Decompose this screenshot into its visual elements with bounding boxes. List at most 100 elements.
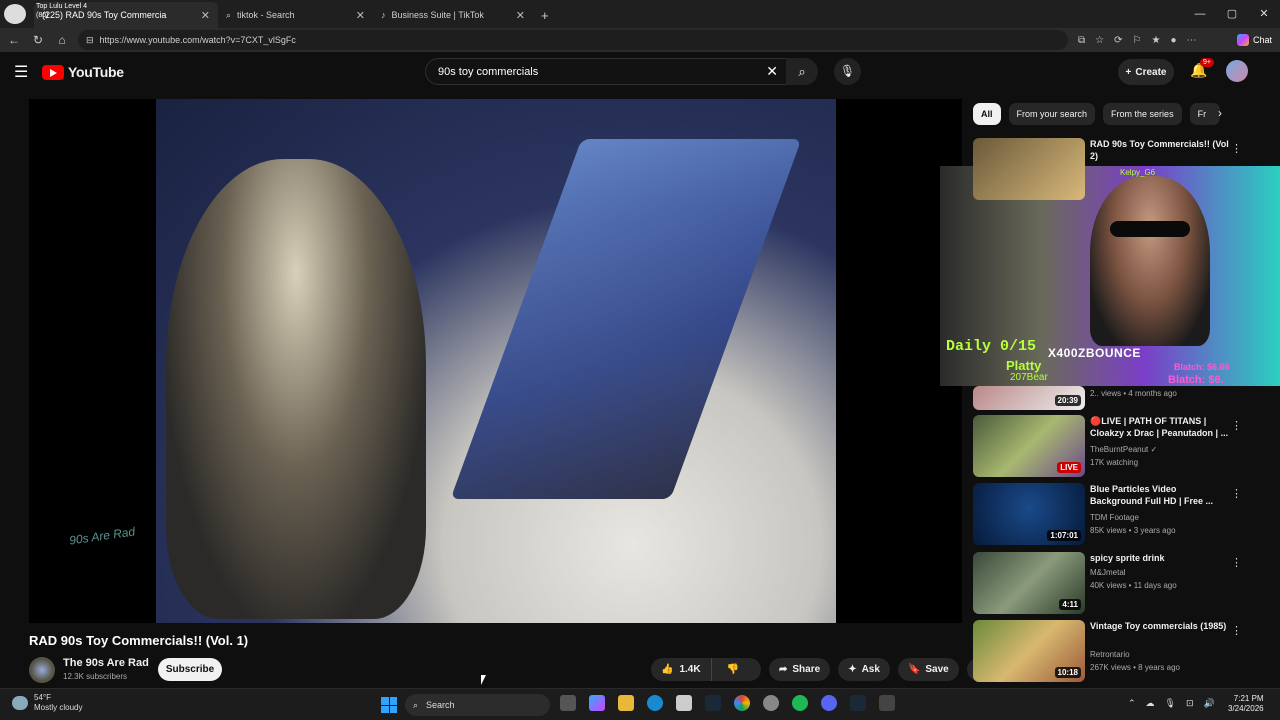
like-button[interactable]: 👍 1.4K [651,658,712,681]
network-icon[interactable]: ⊡ [1186,698,1194,709]
create-button[interactable]: + Create [1118,59,1174,85]
rec-title[interactable]: Blue Particles Video Background Full HD … [1090,483,1230,507]
copilot-chat-button[interactable]: Chat [1236,34,1272,46]
microphone-icon[interactable]: 🎙 [1165,698,1176,709]
more-icon[interactable]: ⋯ [1186,35,1196,46]
voice-search-button[interactable]: 🎙 [834,58,861,85]
tiktok-icon: ♪ [381,10,386,20]
channel-name[interactable]: The 90s Are Rad [63,657,149,669]
weather-widget[interactable]: 54°F Mostly cloudy [12,693,82,713]
extensions-icon[interactable]: ⟳ [1114,35,1122,46]
site-info-icon[interactable]: ⊟ [86,35,94,46]
minimize-icon[interactable]: — [1184,0,1216,28]
list-item[interactable]: 10:18 Vintage Toy commercials (1985) Ret… [973,620,1263,682]
list-item[interactable]: 1:07:01 Blue Particles Video Background … [973,483,1263,545]
favorite-icon[interactable]: ☆ [1095,35,1104,46]
list-item[interactable]: 20:39 2.. views • 4 months ago [973,386,1263,410]
clock[interactable]: 7:21 PM 3/24/2026 [1228,694,1264,714]
search-button[interactable]: ⌕ [786,58,818,85]
rec-title[interactable]: 🔴LIVE | PATH OF TITANS | Cloakzy x Drac … [1090,415,1230,439]
rec-channel[interactable]: M&Jmetal [1090,568,1126,577]
task-view-icon[interactable] [560,695,576,711]
channel-avatar[interactable] [29,657,55,683]
terminal-icon[interactable] [879,695,895,711]
chevron-right-icon[interactable]: › [1218,106,1222,120]
rec-title[interactable]: RAD 90s Toy Commercials!! (Vol 2) [1090,138,1230,162]
chip-from-your-search[interactable]: From your search [1008,103,1096,125]
youtube-logo[interactable]: YouTube [42,64,124,80]
favorites-bar-icon[interactable]: ★ [1151,35,1160,46]
sparkle-icon: ✦ [848,664,857,675]
save-label: Save [925,664,949,675]
app-icon[interactable] [763,695,779,711]
menu-icon[interactable]: ☰ [14,62,42,82]
file-explorer-icon[interactable] [618,695,634,711]
close-tab-icon[interactable]: ✕ [201,9,210,22]
discord-icon[interactable] [821,695,837,711]
spotify-icon[interactable] [792,695,808,711]
profile-icon[interactable]: ● [1170,35,1176,46]
subscriber-count: 12.3K subscribers [63,672,128,681]
app-icon[interactable]: ⧉ [1078,35,1085,46]
video-actions: 👍 1.4K 👎 ➦ Share ✦ Ask 🔖 Save ⋯ [651,658,990,681]
back-icon[interactable]: ← [2,33,26,47]
chip-from-the-series[interactable]: From the series [1103,103,1182,125]
steam-icon[interactable] [850,695,866,711]
list-item[interactable]: RAD 90s Toy Commercials!! (Vol 2) ⋮ [973,138,1263,200]
kebab-menu-icon[interactable]: ⋮ [1231,487,1242,500]
windows-start-icon[interactable] [381,697,397,713]
profile-radiation-icon[interactable] [4,4,26,24]
chip-partial[interactable]: Fr [1189,103,1220,125]
taskbar-search[interactable]: ⌕ Search [405,694,550,716]
list-item[interactable]: 4:11 spicy sprite drink M&Jmetal 40K vie… [973,552,1263,614]
rec-title[interactable]: Vintage Toy commercials (1985) [1090,620,1230,632]
search-input[interactable] [436,64,756,79]
video-thumbnail[interactable]: 4:11 [973,552,1085,614]
video-thumbnail[interactable]: LIVE [973,415,1085,477]
kebab-menu-icon[interactable]: ⋮ [1231,419,1242,432]
edge-icon[interactable] [647,695,663,711]
chevron-up-icon[interactable]: ⌃ [1128,698,1136,709]
subscribe-button[interactable]: Subscribe [158,658,222,681]
rec-channel[interactable]: Retrontario [1090,650,1130,659]
sunglasses-shape [1110,221,1190,237]
volume-icon[interactable]: 🔊 [1204,698,1215,709]
close-window-icon[interactable]: ✕ [1248,0,1280,28]
url-field[interactable]: ⊟ https://www.youtube.com/watch?v=7CXT_v… [78,30,1068,50]
chrome-icon[interactable] [734,695,750,711]
rec-channel[interactable]: TDM Footage [1090,513,1139,522]
taskbar-apps [560,695,895,711]
close-tab-icon[interactable]: ✕ [516,9,525,22]
kebab-menu-icon[interactable]: ⋮ [1231,142,1242,155]
kebab-menu-icon[interactable]: ⋮ [1231,624,1242,637]
clear-search-icon[interactable]: ✕ [766,63,778,80]
video-thumbnail[interactable]: 1:07:01 [973,483,1085,545]
onedrive-icon[interactable]: ☁ [1146,698,1155,709]
rec-title[interactable]: spicy sprite drink [1090,552,1230,564]
home-icon[interactable]: ⌂ [50,33,74,47]
dislike-button[interactable]: 👎 [717,664,749,675]
rec-channel[interactable]: TheBurntPeanut ✓ [1090,445,1157,454]
new-tab-button[interactable]: + [533,2,557,28]
tab-tiktok-search[interactable]: ⌕ tiktok - Search ✕ [218,2,373,28]
save-button[interactable]: 🔖 Save [897,658,959,681]
close-tab-icon[interactable]: ✕ [356,9,365,22]
list-item[interactable]: LIVE 🔴LIVE | PATH OF TITANS | Cloakzy x … [973,415,1263,477]
streamer-image [1090,176,1210,346]
maximize-icon[interactable]: ▢ [1216,0,1248,28]
reload-icon[interactable]: ↻ [26,33,50,47]
video-player[interactable]: 90s Are Rad [29,99,962,623]
collections-icon[interactable]: ⚐ [1133,35,1142,46]
copilot-icon[interactable] [589,695,605,711]
video-thumbnail[interactable] [973,138,1085,200]
steam-icon[interactable] [705,695,721,711]
tab-business-suite[interactable]: ♪ Business Suite | TikTok ✕ [373,2,533,28]
kebab-menu-icon[interactable]: ⋮ [1231,556,1242,569]
avatar[interactable] [1226,60,1248,82]
video-thumbnail[interactable]: 20:39 [973,386,1085,410]
chip-all[interactable]: All [973,103,1001,125]
share-button[interactable]: ➦ Share [769,658,831,681]
ask-button[interactable]: ✦ Ask [838,658,890,681]
store-icon[interactable] [676,695,692,711]
video-thumbnail[interactable]: 10:18 [973,620,1085,682]
